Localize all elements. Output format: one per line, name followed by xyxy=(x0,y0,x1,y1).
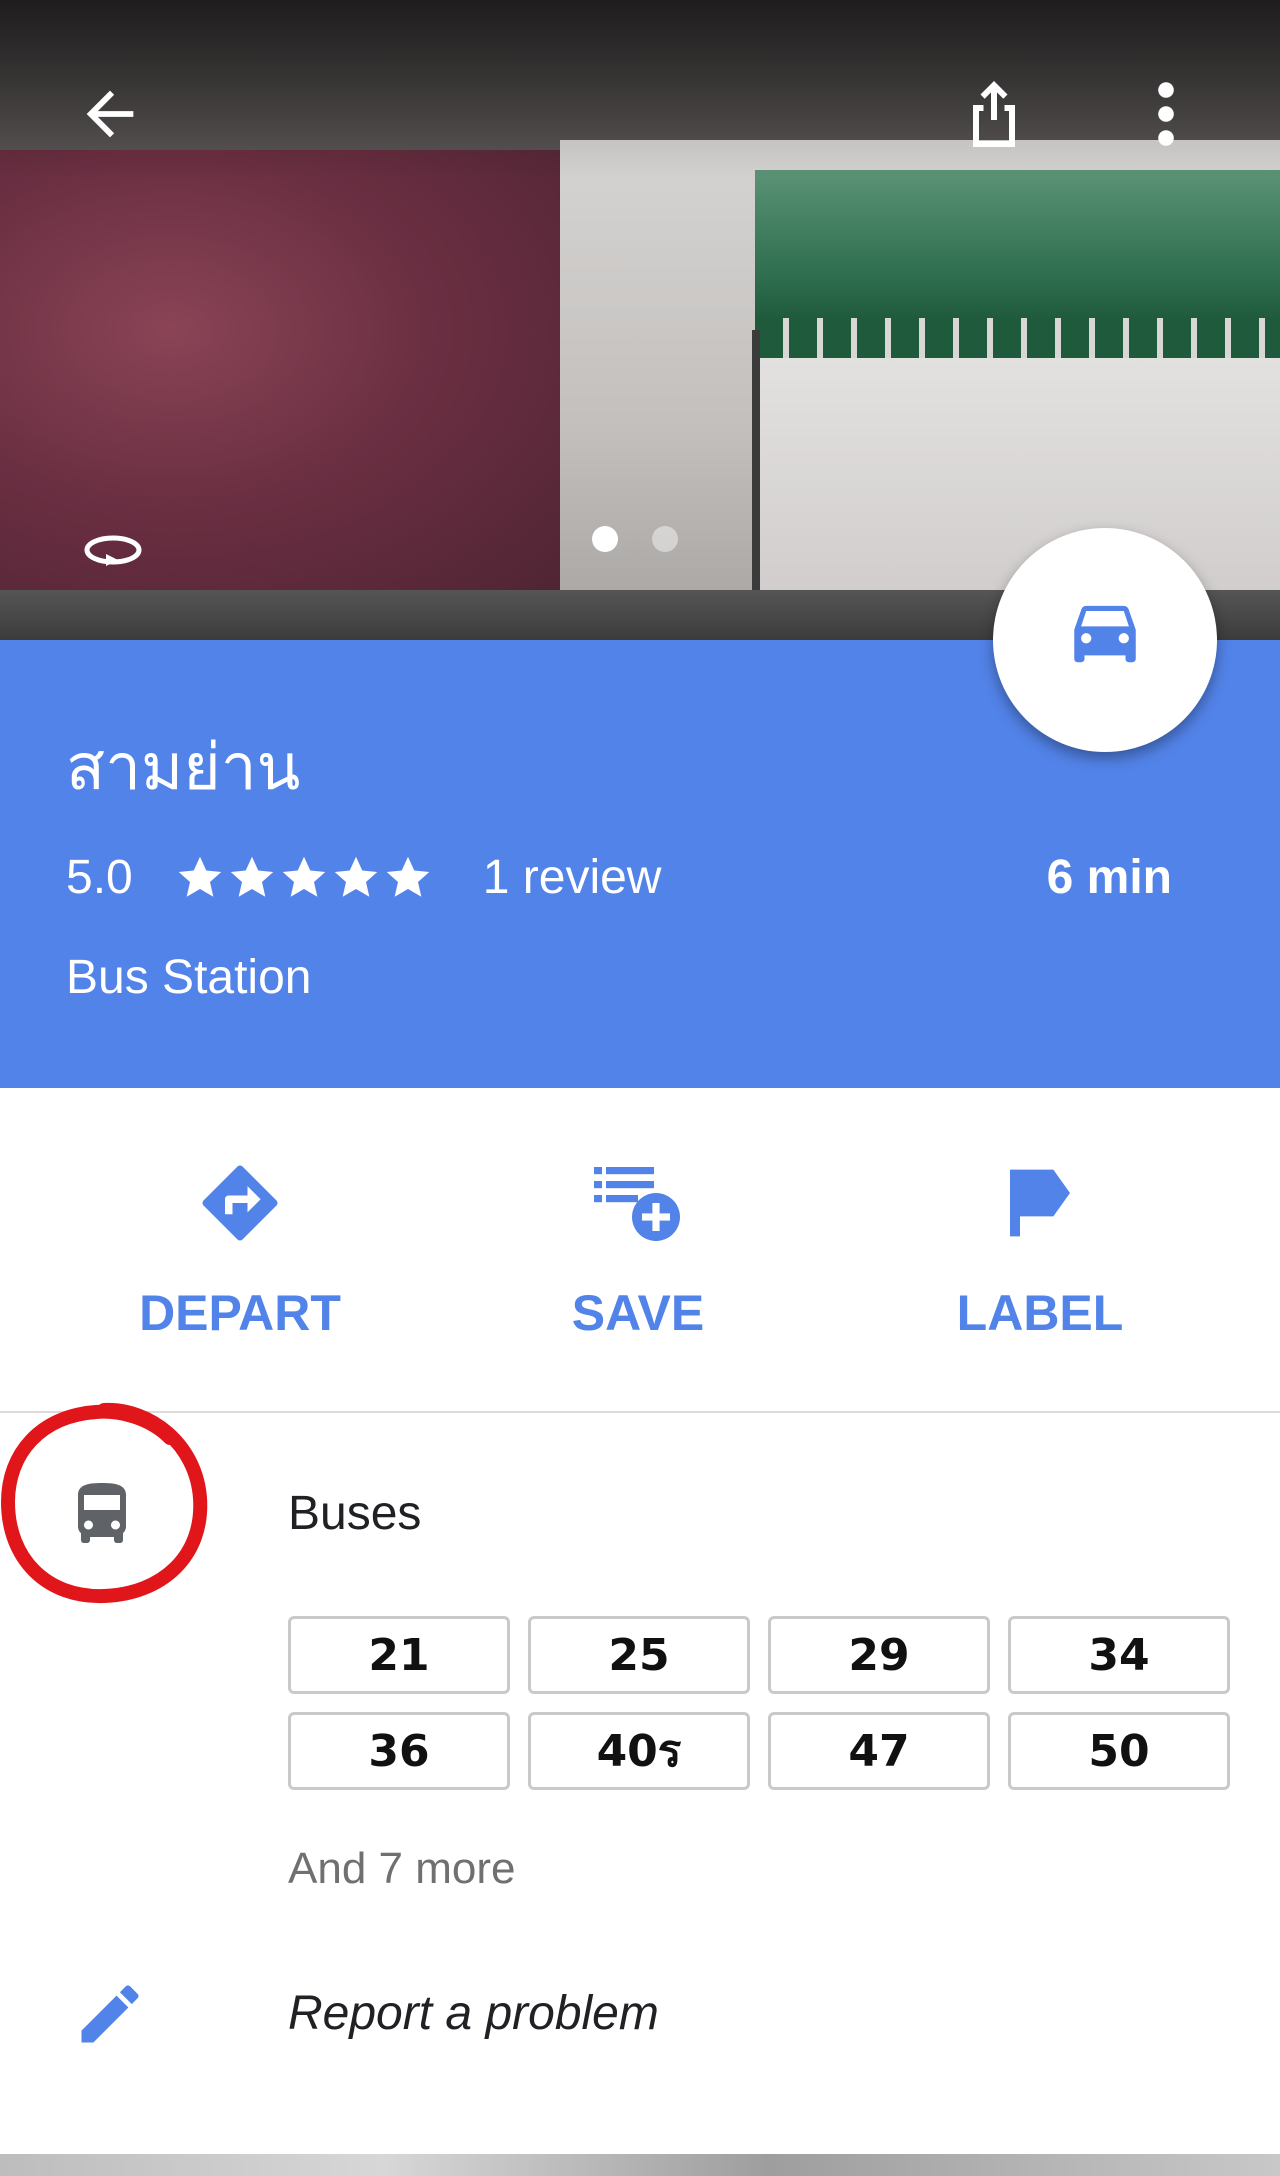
rotate-360-icon[interactable] xyxy=(78,530,148,570)
place-category: Bus Station xyxy=(66,951,312,1004)
page-dot-active xyxy=(592,526,618,552)
depart-label: DEPART xyxy=(139,1285,341,1341)
place-title: สามย่าน xyxy=(66,731,301,805)
drive-duration: 6 min xyxy=(1046,851,1172,904)
bus-route-chip[interactable]: 21 xyxy=(288,1616,510,1694)
star-icon xyxy=(282,856,325,897)
rating-row[interactable]: 5.0 1 review xyxy=(66,850,661,905)
directions-icon xyxy=(202,1165,278,1241)
depart-button[interactable]: DEPART xyxy=(60,1088,420,1412)
label-button[interactable]: LABEL xyxy=(860,1088,1220,1412)
next-photo-strip xyxy=(0,2154,1280,2176)
more-options-button[interactable] xyxy=(1118,66,1214,162)
car-icon xyxy=(1074,605,1136,663)
save-button[interactable]: SAVE xyxy=(458,1088,818,1412)
photo-awning-edge xyxy=(755,318,1280,358)
bus-icon xyxy=(78,1483,126,1543)
share-icon xyxy=(973,81,1015,147)
bus-route-chip[interactable]: 34 xyxy=(1008,1616,1230,1694)
review-count-link[interactable]: 1 review xyxy=(483,850,662,905)
save-icon-wrap xyxy=(458,1148,818,1258)
back-button[interactable] xyxy=(62,66,158,162)
star-icon xyxy=(178,856,221,897)
star-icon xyxy=(334,856,377,897)
flag-icon xyxy=(1010,1169,1070,1237)
photo-top-shade xyxy=(0,0,1280,180)
buses-heading: Buses xyxy=(288,1487,422,1540)
action-bar: DEPART SAVE LABEL xyxy=(0,1088,1280,1412)
star-icon xyxy=(386,856,429,897)
bus-route-chip[interactable]: 47 xyxy=(768,1712,990,1790)
bus-route-chip[interactable]: 50 xyxy=(1008,1712,1230,1790)
playlist-add-icon xyxy=(594,1167,680,1241)
photo-awning xyxy=(755,170,1280,320)
depart-icon-wrap xyxy=(60,1148,420,1258)
bus-route-chip[interactable]: 29 xyxy=(768,1616,990,1694)
rating-value: 5.0 xyxy=(66,851,133,904)
report-problem-link[interactable]: Report a problem xyxy=(288,1986,659,2041)
edit-pencil-icon xyxy=(81,1985,139,2043)
more-routes-link[interactable]: And 7 more xyxy=(288,1844,515,1894)
star-icon xyxy=(230,856,273,897)
bus-route-chip[interactable]: 25 xyxy=(528,1616,750,1694)
star-rating xyxy=(175,853,433,903)
page-dot xyxy=(652,526,678,552)
save-label: SAVE xyxy=(571,1285,705,1341)
photo-page-indicator xyxy=(592,526,678,552)
more-vert-icon xyxy=(1158,82,1174,146)
share-button[interactable] xyxy=(946,66,1042,162)
label-label: LABEL xyxy=(956,1285,1124,1341)
bus-route-chip[interactable]: 40ร xyxy=(528,1712,750,1790)
arrow-back-icon xyxy=(86,90,134,138)
label-icon-wrap xyxy=(860,1148,1220,1258)
photo-post xyxy=(752,330,760,630)
bus-routes-grid: 21 25 29 34 36 40ร 47 50 xyxy=(288,1616,1232,1790)
bus-route-chip[interactable]: 36 xyxy=(288,1712,510,1790)
directions-fab[interactable] xyxy=(993,528,1217,752)
